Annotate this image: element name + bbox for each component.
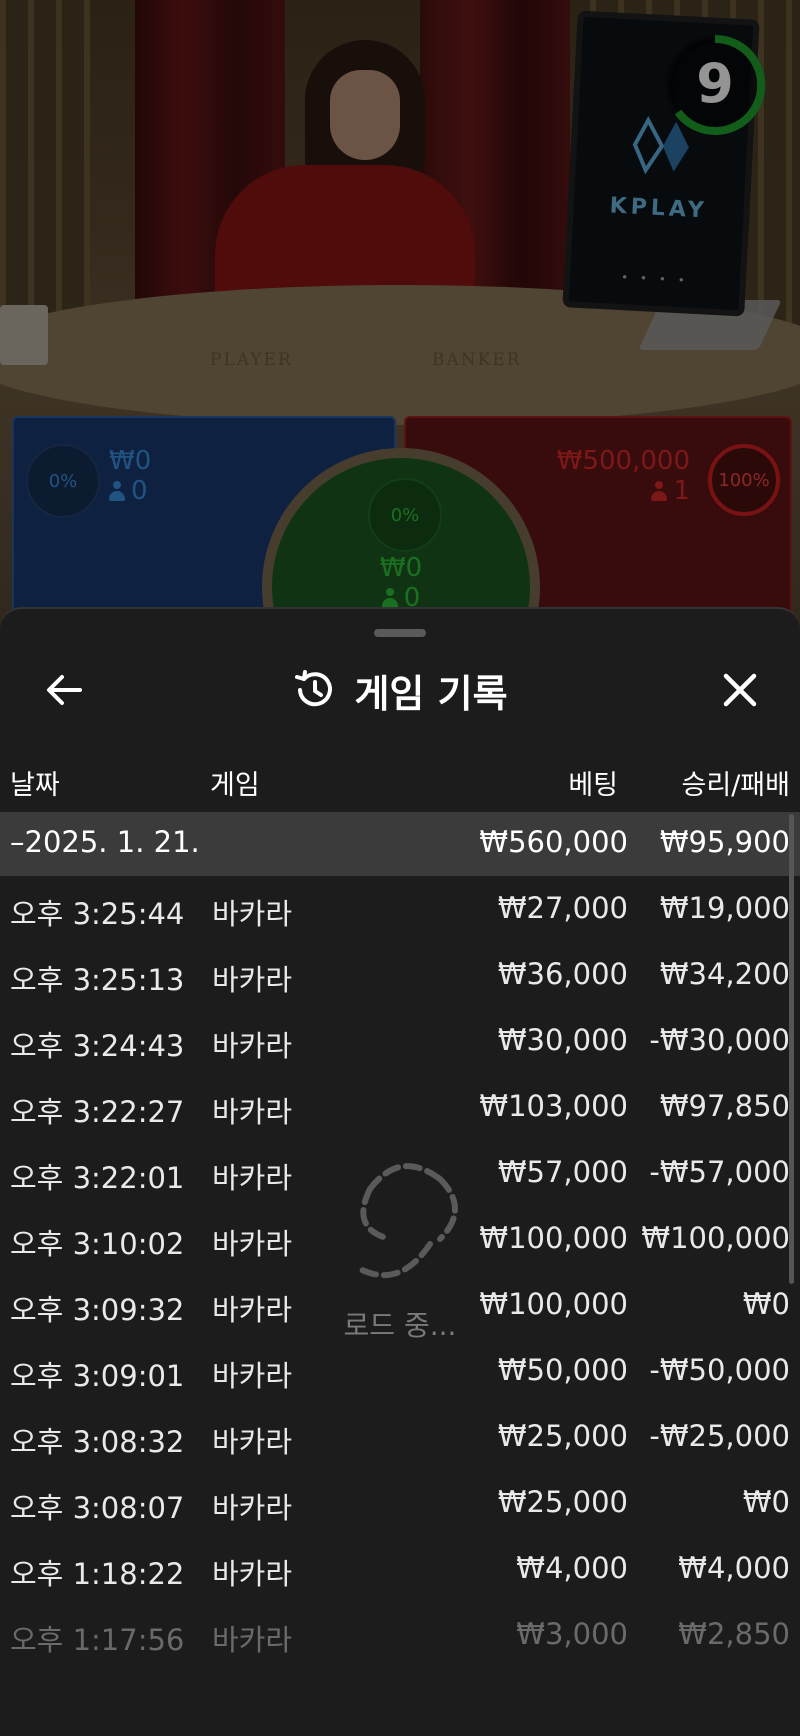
row-win-loss: ₩19,000 [659, 891, 790, 925]
row-time: 오후 3:22:27 [10, 1095, 185, 1129]
row-time: 오후 1:18:22 [10, 1557, 185, 1591]
history-row[interactable]: 오후 3:08:07 바카라 ₩25,000 ₩0 [0, 1470, 800, 1536]
row-bet: ₩25,000 [497, 1485, 628, 1519]
history-row[interactable]: 오후 1:18:22 바카라 ₩4,000 ₩4,000 [0, 1536, 800, 1602]
table-header: 날짜 게임 베팅 승리/패배 [0, 749, 800, 809]
row-game: 바카라 [212, 1557, 293, 1591]
sheet-header: 게임 기록 [0, 649, 800, 729]
row-game: 바카라 [212, 1095, 293, 1129]
row-game: 바카라 [212, 1227, 293, 1261]
row-time: 오후 3:09:32 [10, 1293, 185, 1327]
row-game: 바카라 [212, 1491, 293, 1525]
sheet-drag-handle[interactable] [374, 629, 426, 637]
video-dim-overlay[interactable] [0, 0, 800, 640]
history-row[interactable]: 오후 3:24:43 바카라 ₩30,000 -₩30,000 [0, 1008, 800, 1074]
row-bet: ₩3,000 [516, 1617, 628, 1651]
row-bet: ₩100,000 [479, 1287, 628, 1321]
row-time: 오후 3:24:43 [10, 1029, 185, 1063]
row-win-loss: ₩2,850 [678, 1617, 790, 1651]
group-win-loss-total: ₩95,900 [659, 825, 790, 859]
row-game: 바카라 [212, 1359, 293, 1393]
row-time: 오후 3:08:07 [10, 1491, 185, 1525]
row-game: 바카라 [212, 1623, 293, 1657]
loading-indicator: 로드 중... [330, 1149, 470, 1349]
scrollbar[interactable] [789, 814, 794, 1284]
row-win-loss: -₩50,000 [649, 1353, 790, 1387]
date-group-row[interactable]: –2025. 1. 21. ₩560,000 ₩95,900 [0, 812, 800, 876]
row-time: 오후 3:25:13 [10, 963, 185, 997]
row-bet: ₩25,000 [497, 1419, 628, 1453]
row-win-loss: ₩34,200 [659, 957, 790, 991]
group-date: –2025. 1. 21. [10, 825, 200, 859]
history-row[interactable]: 오후 1:17:56 바카라 ₩3,000 ₩2,850 [0, 1602, 800, 1668]
row-bet: ₩36,000 [497, 957, 628, 991]
sheet-title: 게임 기록 [354, 671, 508, 716]
close-button[interactable] [712, 665, 768, 715]
row-game: 바카라 [212, 1293, 293, 1327]
game-history-sheet: 게임 기록 날짜 게임 베팅 승리/패배 –2025. 1. 21. ₩560,… [0, 607, 800, 1736]
row-win-loss: -₩57,000 [649, 1155, 790, 1189]
row-win-loss: ₩100,000 [641, 1221, 790, 1255]
group-bet-total: ₩560,000 [479, 825, 628, 859]
row-time: 오후 3:08:32 [10, 1425, 185, 1459]
row-game: 바카라 [212, 1161, 293, 1195]
loading-spinner-icon [357, 1163, 458, 1279]
column-date: 날짜 [10, 770, 60, 801]
row-win-loss: -₩30,000 [649, 1023, 790, 1057]
row-game: 바카라 [212, 1425, 293, 1459]
row-win-loss: -₩25,000 [649, 1419, 790, 1453]
history-row[interactable]: 오후 3:22:27 바카라 ₩103,000 ₩97,850 [0, 1074, 800, 1140]
row-win-loss: ₩0 [742, 1485, 790, 1519]
row-game: 바카라 [212, 963, 293, 997]
row-win-loss: ₩97,850 [659, 1089, 790, 1123]
loading-text: 로드 중... [343, 1309, 457, 1342]
row-game: 바카라 [212, 897, 293, 931]
row-bet: ₩27,000 [497, 891, 628, 925]
row-bet: ₩100,000 [479, 1221, 628, 1255]
row-time: 오후 3:10:02 [10, 1227, 185, 1261]
row-win-loss: ₩4,000 [678, 1551, 790, 1585]
row-bet: ₩50,000 [497, 1353, 628, 1387]
column-win-loss: 승리/패배 [681, 770, 790, 801]
row-bet: ₩57,000 [497, 1155, 628, 1189]
row-time: 오후 3:25:44 [10, 897, 185, 931]
row-game: 바카라 [212, 1029, 293, 1063]
live-video: PLAYER BANKER KPLAY • • • • 9 0% ₩0 0 ₩5… [0, 0, 800, 640]
row-bet: ₩103,000 [479, 1089, 628, 1123]
column-game: 게임 [210, 770, 260, 801]
row-time: 오후 1:17:56 [10, 1623, 185, 1657]
sheet-title-group: 게임 기록 [0, 665, 800, 716]
column-bet: 베팅 [568, 770, 618, 801]
close-icon [723, 673, 757, 707]
history-icon [295, 670, 333, 707]
history-row[interactable]: 오후 3:08:32 바카라 ₩25,000 -₩25,000 [0, 1404, 800, 1470]
row-bet: ₩30,000 [497, 1023, 628, 1057]
row-win-loss: ₩0 [742, 1287, 790, 1321]
row-time: 오후 3:09:01 [10, 1359, 185, 1393]
history-row[interactable]: 오후 3:25:44 바카라 ₩27,000 ₩19,000 [0, 876, 800, 942]
history-row[interactable]: 오후 3:25:13 바카라 ₩36,000 ₩34,200 [0, 942, 800, 1008]
row-bet: ₩4,000 [516, 1551, 628, 1585]
row-time: 오후 3:22:01 [10, 1161, 185, 1195]
